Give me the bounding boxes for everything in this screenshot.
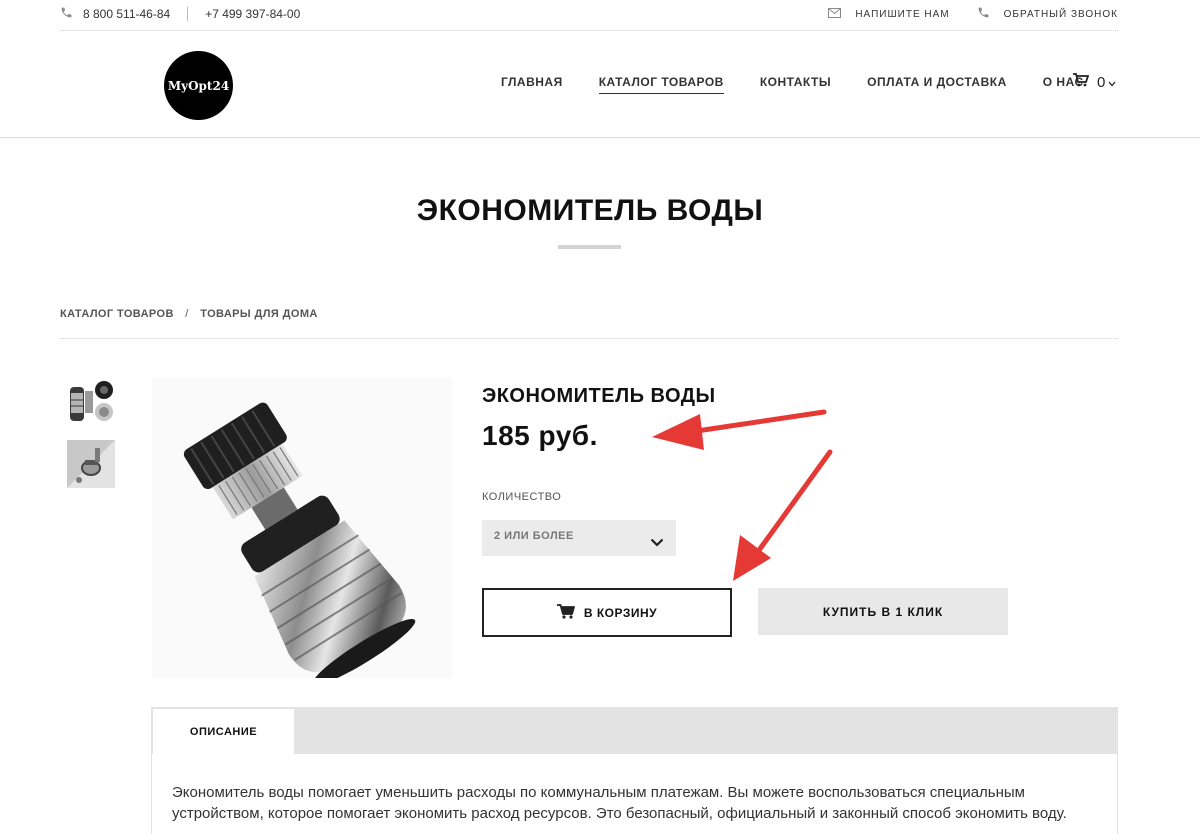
- write-us-link[interactable]: НАПИШИТЕ НАМ: [855, 9, 949, 20]
- cart-count: 0: [1097, 73, 1106, 91]
- main-nav: ГЛАВНАЯ КАТАЛОГ ТОВАРОВ КОНТАКТЫ ОПЛАТА …: [501, 75, 1120, 94]
- quantity-select[interactable]: 2 ИЛИ БОЛЕЕ: [482, 520, 676, 556]
- envelope-icon: [828, 7, 842, 21]
- callback-link[interactable]: ОБРАТНЫЙ ЗВОНОК: [1004, 9, 1118, 20]
- divider: [187, 7, 189, 21]
- product-price: 185 руб.: [482, 420, 598, 451]
- top-actions: НАПИШИТЕ НАМ ОБРАТНЫЙ ЗВОНОК: [828, 6, 1118, 22]
- chevron-down-icon: [1108, 74, 1116, 91]
- breadcrumb-separator: /: [185, 308, 189, 320]
- product-main-image[interactable]: [152, 378, 452, 685]
- buy-one-click-label: КУПИТЬ В 1 КЛИК: [822, 604, 944, 619]
- chevron-down-icon: [650, 534, 664, 552]
- nav-item-home[interactable]: ГЛАВНАЯ: [501, 75, 563, 94]
- top-bar: 8 800 511-46-84 +7 499 397-84-00 НАПИШИТ…: [60, 0, 1118, 31]
- description-panel: Экономитель воды помогает уменьшить расх…: [151, 754, 1118, 834]
- nav-item-catalog[interactable]: КАТАЛОГ ТОВАРОВ: [598, 75, 724, 94]
- add-to-cart-button[interactable]: В КОРЗИНУ: [482, 588, 732, 637]
- breadcrumb-home-goods[interactable]: ТОВАРЫ ДЛЯ ДОМА: [200, 308, 318, 320]
- cart-icon: [556, 603, 575, 622]
- logo-text: MyOpt24: [167, 78, 230, 93]
- buy-one-click-button[interactable]: КУПИТЬ В 1 КЛИК: [758, 588, 1008, 635]
- tab-description-label: ОПИСАНИЕ: [189, 725, 258, 738]
- page-title: ЭКОНОМИТЕЛЬ ВОДЫ: [416, 194, 764, 227]
- product-thumbnail-1[interactable]: [67, 379, 115, 427]
- phone-1[interactable]: 8 800 511-46-84: [83, 7, 170, 21]
- quantity-label: КОЛИЧЕСТВО: [482, 491, 562, 503]
- quantity-select-value: 2 ИЛИ БОЛЕЕ: [494, 530, 574, 542]
- logo[interactable]: MyOpt24: [164, 51, 233, 120]
- nav-item-payment-delivery[interactable]: ОПЛАТА И ДОСТАВКА: [867, 75, 1007, 94]
- breadcrumb: КАТАЛОГ ТОВАРОВ / ТОВАРЫ ДЛЯ ДОМА: [60, 308, 1118, 339]
- phone-2[interactable]: +7 499 397-84-00: [205, 7, 300, 21]
- phone-icon: [60, 6, 73, 22]
- title-underline: [558, 245, 621, 249]
- add-to-cart-label: В КОРЗИНУ: [583, 605, 658, 620]
- cart-icon: [1073, 73, 1090, 91]
- contact-phones: 8 800 511-46-84 +7 499 397-84-00: [60, 6, 300, 22]
- product-name: ЭКОНОМИТЕЛЬ ВОДЫ: [482, 385, 716, 407]
- product-thumbnail-2[interactable]: [67, 440, 115, 488]
- description-text: Экономитель воды помогает уменьшить расх…: [172, 784, 1067, 822]
- tabs-bar: [151, 707, 1118, 754]
- arrow-to-cart-button: [733, 449, 833, 581]
- cart-widget[interactable]: 0: [1073, 73, 1116, 91]
- arrow-to-price: [652, 409, 827, 450]
- breadcrumb-catalog[interactable]: КАТАЛОГ ТОВАРОВ: [60, 308, 174, 320]
- phone-callback-icon: [977, 6, 990, 22]
- header: MyOpt24 ГЛАВНАЯ КАТАЛОГ ТОВАРОВ КОНТАКТЫ…: [0, 31, 1200, 138]
- nav-item-contacts[interactable]: КОНТАКТЫ: [760, 75, 831, 94]
- tab-description[interactable]: ОПИСАНИЕ: [153, 709, 294, 754]
